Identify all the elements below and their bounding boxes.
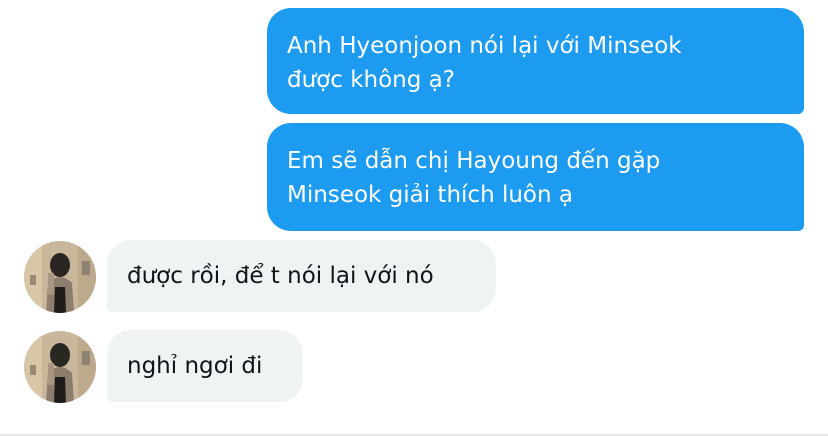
avatar-photo-icon (24, 331, 96, 403)
sent-message-bubble[interactable]: Em sẽ dẫn chị Hayoung đến gặp Minseok gi… (267, 123, 804, 231)
received-message-bubble[interactable]: được rồi, để t nói lại với nó (107, 240, 496, 312)
avatar[interactable] (24, 241, 96, 313)
avatar[interactable] (24, 331, 96, 403)
sent-message-bubble[interactable]: Anh Hyeonjoon nói lại với Minseok được k… (267, 8, 804, 114)
received-message-bubble[interactable]: nghỉ ngơi đi (107, 330, 303, 402)
avatar-photo-icon (24, 241, 96, 313)
